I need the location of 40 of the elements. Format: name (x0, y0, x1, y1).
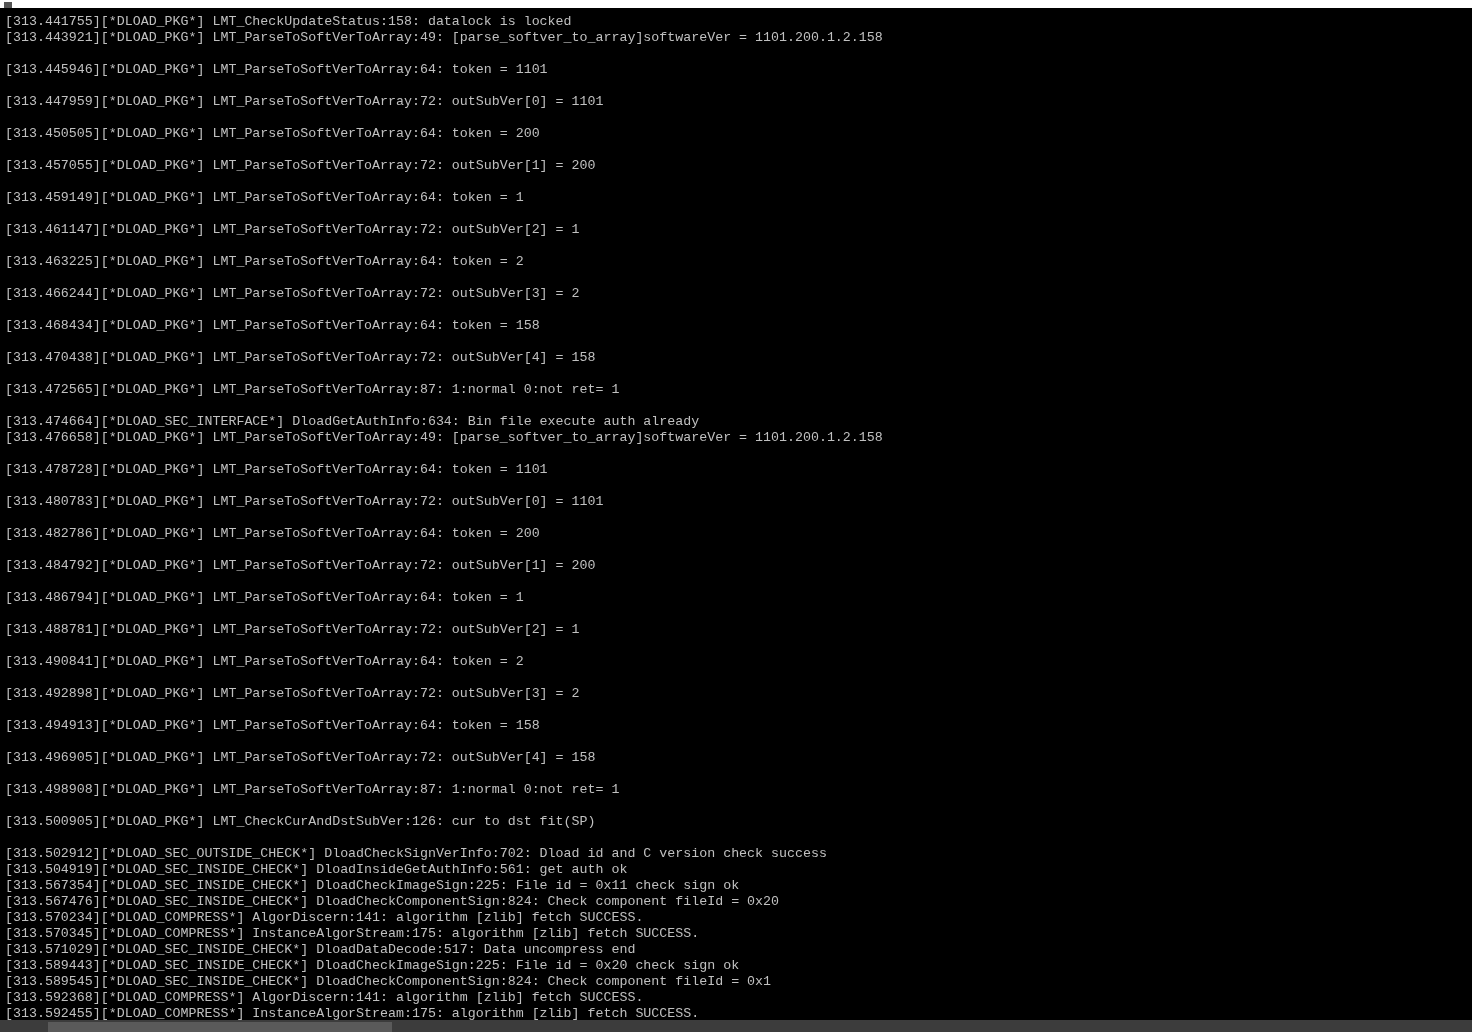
log-line: [313.488781][*DLOAD_PKG*] LMT_ParseToSoftVerToArray:72: outSubVer[2] = 1 (5, 622, 580, 638)
log-line: [313.567476][*DLOAD_SEC_INSIDE_CHECK*] DloadCheckComponentSign:824: Check component fileId = 0x20 (5, 894, 779, 910)
log-line: [313.504919][*DLOAD_SEC_INSIDE_CHECK*] DloadInsideGetAuthInfo:561: get auth ok (5, 862, 628, 878)
log-line: [313.474664][*DLOAD_SEC_INTERFACE*] DloadGetAuthInfo:634: Bin file execute auth already (5, 414, 700, 430)
log-line: [313.498908][*DLOAD_PKG*] LMT_ParseToSoftVerToArray:87: 1:normal 0:not ret= 1 (5, 782, 620, 798)
log-line: [313.472565][*DLOAD_PKG*] LMT_ParseToSoftVerToArray:87: 1:normal 0:not ret= 1 (5, 382, 620, 398)
log-line: [313.490841][*DLOAD_PKG*] LMT_ParseToSoftVerToArray:64: token = 2 (5, 654, 524, 670)
horizontal-scrollbar[interactable] (0, 1020, 1472, 1032)
log-line: [313.445946][*DLOAD_PKG*] LMT_ParseToSoftVerToArray:64: token = 1101 (5, 62, 548, 78)
log-line: [313.589443][*DLOAD_SEC_INSIDE_CHECK*] DloadCheckImageSign:225: File id = 0x20 check sign ok (5, 958, 740, 974)
log-line: [313.494913][*DLOAD_PKG*] LMT_ParseToSoftVerToArray:64: token = 158 (5, 718, 540, 734)
log-line: [313.571029][*DLOAD_SEC_INSIDE_CHECK*] DloadDataDecode:517: Data uncompress end (5, 942, 636, 958)
log-line: [313.592455][*DLOAD_COMPRESS*] InstanceAlgorStream:175: algorithm [zlib] fetch SUCCESS. (5, 1006, 700, 1020)
log-line: [313.570345][*DLOAD_COMPRESS*] InstanceAlgorStream:175: algorithm [zlib] fetch SUCCESS. (5, 926, 700, 942)
log-line: [313.468434][*DLOAD_PKG*] LMT_ParseToSoftVerToArray:64: token = 158 (5, 318, 540, 334)
log-line: [313.441755][*DLOAD_PKG*] LMT_CheckUpdateStatus:158: datalock is locked (5, 14, 572, 30)
log-line: [313.567354][*DLOAD_SEC_INSIDE_CHECK*] DloadCheckImageSign:225: File id = 0x11 check sign ok (5, 878, 740, 894)
log-line: [313.484792][*DLOAD_PKG*] LMT_ParseToSoftVerToArray:72: outSubVer[1] = 200 (5, 558, 596, 574)
log-line: [313.482786][*DLOAD_PKG*] LMT_ParseToSoftVerToArray:64: token = 200 (5, 526, 540, 542)
log-line: [313.466244][*DLOAD_PKG*] LMT_ParseToSoftVerToArray:72: outSubVer[3] = 2 (5, 286, 580, 302)
log-line: [313.589545][*DLOAD_SEC_INSIDE_CHECK*] DloadCheckComponentSign:824: Check component fileId = 0x1 (5, 974, 772, 990)
log-line: [313.592368][*DLOAD_COMPRESS*] AlgorDiscern:141: algorithm [zlib] fetch SUCCESS. (5, 990, 644, 1006)
log-line: [313.496905][*DLOAD_PKG*] LMT_ParseToSoftVerToArray:72: outSubVer[4] = 158 (5, 750, 596, 766)
log-line: [313.476658][*DLOAD_PKG*] LMT_ParseToSoftVerToArray:49: [parse_softver_to_array]softwareVer = 1101.200.1.2.158 (5, 430, 883, 446)
log-line: [313.457055][*DLOAD_PKG*] LMT_ParseToSoftVerToArray:72: outSubVer[1] = 200 (5, 158, 596, 174)
log-line: [313.459149][*DLOAD_PKG*] LMT_ParseToSoftVerToArray:64: token = 1 (5, 190, 524, 206)
log-line: [313.463225][*DLOAD_PKG*] LMT_ParseToSoftVerToArray:64: token = 2 (5, 254, 524, 270)
log-line: [313.500905][*DLOAD_PKG*] LMT_CheckCurAndDstSubVer:126: cur to dst fit(SP) (5, 814, 596, 830)
log-line: [313.443921][*DLOAD_PKG*] LMT_ParseToSoftVerToArray:49: [parse_softver_to_array]softwareVer = 1101.200.1.2.158 (5, 30, 883, 46)
log-line: [313.502912][*DLOAD_SEC_OUTSIDE_CHECK*] DloadCheckSignVerInfo:702: Dload id and C version check success (5, 846, 827, 862)
log-line: [313.486794][*DLOAD_PKG*] LMT_ParseToSoftVerToArray:64: token = 1 (5, 590, 524, 606)
scrollbar-thumb[interactable] (48, 1022, 392, 1032)
log-line: [313.450505][*DLOAD_PKG*] LMT_ParseToSoftVerToArray:64: token = 200 (5, 126, 540, 142)
log-line: [313.478728][*DLOAD_PKG*] LMT_ParseToSoftVerToArray:64: token = 1101 (5, 462, 548, 478)
log-line: [313.470438][*DLOAD_PKG*] LMT_ParseToSoftVerToArray:72: outSubVer[4] = 158 (5, 350, 596, 366)
log-line: [313.480783][*DLOAD_PKG*] LMT_ParseToSoftVerToArray:72: outSubVer[0] = 1101 (5, 494, 604, 510)
log-line: [313.570234][*DLOAD_COMPRESS*] AlgorDiscern:141: algorithm [zlib] fetch SUCCESS. (5, 910, 644, 926)
log-line: [313.461147][*DLOAD_PKG*] LMT_ParseToSoftVerToArray:72: outSubVer[2] = 1 (5, 222, 580, 238)
log-line: [313.492898][*DLOAD_PKG*] LMT_ParseToSoftVerToArray:72: outSubVer[3] = 2 (5, 686, 580, 702)
log-line: [313.447959][*DLOAD_PKG*] LMT_ParseToSoftVerToArray:72: outSubVer[0] = 1101 (5, 94, 604, 110)
